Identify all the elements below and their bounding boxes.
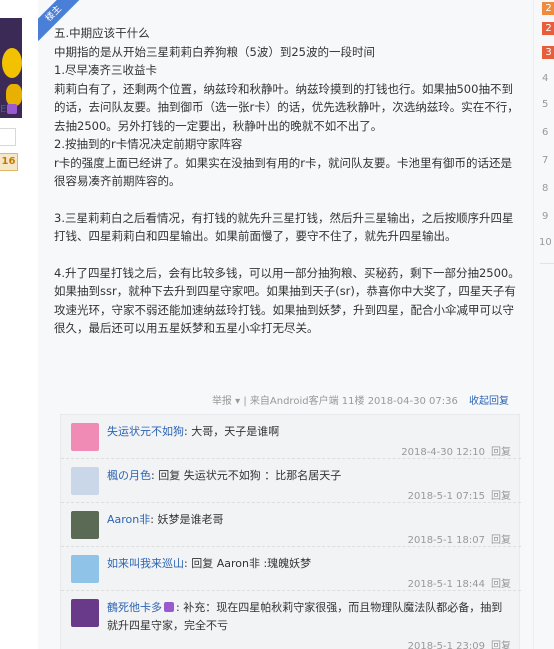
rank-number[interactable]: 2 — [542, 2, 554, 15]
reply-username[interactable]: 鶴死他卡多 — [107, 601, 162, 614]
rank-number[interactable]: 7 — [542, 154, 554, 167]
reply-avatar[interactable] — [71, 555, 99, 583]
reply-time: 2018-4-30 12:10 — [401, 447, 485, 458]
author-column: E 16 — [0, 0, 30, 649]
reply-username[interactable]: 失运状元不如狗 — [107, 425, 184, 438]
meta-divider: | — [243, 396, 247, 407]
avatar-figure — [2, 48, 22, 78]
post-body: 楼主 五.中期应该干什么 中期指的是从开始三星莉莉白养狗粮（5波）到25波的一段… — [38, 0, 533, 649]
reply-item: 失运状元不如狗: 大哥，天子是谁啊 2018-4-30 12:10 回复 — [61, 415, 521, 459]
post-line: r卡的强度上面已经讲了。如果实在没抽到有用的r卡，就问队友要。卡池里有御币的话还… — [54, 155, 512, 170]
rank-number[interactable]: 4 — [542, 72, 554, 85]
reply-meta: 2018-4-30 12:10 回复 — [401, 443, 511, 458]
post-meta: 举报 ▾ | 来自Android客户端 11楼 2018-04-30 07:36… — [212, 392, 509, 407]
post-line: 的话，去问队友要。抽到御币（选一张r卡）的话，优先选秋静叶，次选纳兹玲。实在不行… — [54, 100, 519, 114]
reply-content: : 回复 Aaron非 :瑰魄妖梦 — [184, 557, 312, 570]
reply-meta: 2018-5-1 18:07 回复 — [408, 531, 511, 546]
reply-button[interactable]: 回复 — [491, 641, 511, 649]
reply-text: Aaron非: 妖梦是谁老哥 — [107, 511, 507, 529]
rank-number[interactable]: 10 — [539, 236, 552, 249]
reply-time: 2018-5-1 07:15 — [407, 491, 485, 502]
post-line: 很容易凑齐前期阵容的。 — [54, 174, 181, 188]
post-line: 去抽2500。另外打钱的一定要出，秋静叶出的晚就不如不出了。 — [54, 118, 383, 133]
author-avatar[interactable] — [0, 18, 22, 118]
source-client: 来自Android客户端 — [249, 396, 339, 407]
reply-text: 鶴死他卡多 : 补充：现在四星帕秋莉守家很强，而且物理队魔法队都必备，抽到 就升四… — [107, 599, 507, 635]
reply-avatar[interactable] — [71, 599, 99, 627]
report-link[interactable]: 举报 — [212, 396, 232, 407]
sidebar-divider — [540, 263, 554, 264]
rank-number[interactable]: 2 — [542, 22, 554, 35]
post-line: 五.中期应该干什么 — [54, 26, 150, 40]
reply-username[interactable]: 如来叫我来巡山 — [107, 557, 184, 570]
author-info-box — [0, 128, 16, 146]
floor-number: 11楼 — [341, 396, 365, 407]
reply-time: 2018-5-1 23:09 — [407, 641, 485, 649]
reply-avatar[interactable] — [71, 423, 99, 451]
post-line: 如果抽到ssr，就种下去升到四星守家吧。如果抽到天子(sr)，恭喜你中大奖了，四… — [54, 284, 516, 298]
rank-number[interactable]: 8 — [542, 182, 554, 195]
reply-avatar[interactable] — [71, 467, 99, 495]
reply-button[interactable]: 回复 — [491, 579, 511, 590]
post-line: 攻速光环，守家不弱还能加速纳兹玲打钱。如果抽到妖梦，升到四星，配合小伞减甲可以守 — [54, 302, 514, 317]
member-badge-icon — [164, 602, 174, 612]
post-content: 五.中期应该干什么 中期指的是从开始三星莉莉白养狗粮（5波）到25波的一段时间 … — [54, 24, 524, 338]
reply-content: : 补充：现在四星帕秋莉守家很强，而且物理队魔法队都必备，抽到 — [176, 601, 503, 614]
reply-text: 如来叫我来巡山: 回复 Aaron非 :瑰魄妖梦 — [107, 555, 507, 573]
reply-button[interactable]: 回复 — [491, 447, 511, 458]
reply-meta: 2018-5-1 18:44 回复 — [408, 575, 511, 590]
reply-item: 楓の月色: 回复 失运状元不如狗 ：比那名居天子 2018-5-1 07:15 回… — [61, 459, 521, 503]
reply-item: 鶴死他卡多 : 补充：现在四星帕秋莉守家很强，而且物理队魔法队都必备，抽到 就升四… — [61, 591, 521, 649]
reply-item: 如来叫我来巡山: 回复 Aaron非 :瑰魄妖梦 2018-5-1 18:44 回… — [61, 547, 521, 591]
rank-number[interactable]: 3 — [542, 46, 554, 59]
post-line: 很久，最后还可以用五星妖梦和五星小伞打无尽关。 — [54, 321, 319, 335]
reply-text: 失运状元不如狗: 大哥，天子是谁啊 — [107, 423, 507, 441]
collapse-replies-link[interactable]: 收起回复 — [469, 396, 509, 407]
rank-number[interactable]: 6 — [542, 126, 554, 139]
rank-number[interactable]: 9 — [542, 210, 554, 223]
reply-meta: 2018-5-1 07:15 回复 — [408, 487, 511, 502]
reply-button[interactable]: 回复 — [491, 491, 511, 502]
member-badge-icon — [7, 104, 18, 114]
reply-list: 失运状元不如狗: 大哥，天子是谁啊 2018-4-30 12:10 回复 楓の月色… — [60, 414, 521, 649]
rank-number[interactable]: 5 — [542, 98, 554, 111]
post-line: 莉莉白有了，还剩两个位置，纳兹玲和秋静叶。纳兹玲摸到的打钱也行。如果抽500抽不… — [54, 81, 513, 96]
hot-list-sidebar: 2 2 3 4 5 6 7 8 9 10 — [533, 0, 554, 649]
reply-item: Aaron非: 妖梦是谁老哥 2018-5-1 18:07 回复 — [61, 503, 521, 547]
post-line: 中期指的是从开始三星莉莉白养狗粮（5波）到25波的一段时间 — [54, 44, 375, 59]
reply-content: : 妖梦是谁老哥 — [150, 513, 224, 526]
author-level-badge: 16 — [0, 153, 18, 171]
reply-text: 楓の月色: 回复 失运状元不如狗 ：比那名居天子 — [107, 467, 507, 485]
reply-content-continued: 就升四星守家，完全不亏 — [107, 619, 228, 632]
reply-avatar[interactable] — [71, 511, 99, 539]
post-line: 3.三星莉莉白之后看情况，有打钱的就先升三星打钱，然后升三星输出，之后按顺序升四… — [54, 210, 514, 225]
post-line: 打钱、四星莉莉白和四星输出。如果前面慢了，要守不住了，就先升四星输出。 — [54, 229, 457, 243]
post-line: 1.尽早凑齐三收益卡 — [54, 63, 157, 77]
author-name-fragment[interactable]: E — [0, 104, 18, 115]
post-line: 2.按抽到的r卡情况决定前期守家阵容 — [54, 137, 243, 151]
reply-content: : 回复 失运状元不如狗 ：比那名居天子 — [151, 469, 342, 482]
avatar-figure-lower — [6, 84, 22, 106]
reply-meta: 2018-5-1 23:09 回复 — [408, 637, 511, 649]
reply-content: : 大哥，天子是谁啊 — [184, 425, 280, 438]
post-time: 2018-04-30 07:36 — [367, 396, 458, 407]
reply-time: 2018-5-1 18:07 — [407, 535, 485, 546]
reply-time: 2018-5-1 18:44 — [407, 579, 485, 590]
post-line: 4.升了四星打钱之后，会有比较多钱，可以用一部分抽狗粮、买秘药，剩下一部分抽25… — [54, 265, 520, 280]
reply-button[interactable]: 回复 — [491, 535, 511, 546]
reply-username[interactable]: 楓の月色 — [107, 469, 151, 482]
report-dropdown-icon[interactable]: ▾ — [235, 396, 240, 407]
reply-username[interactable]: Aaron非 — [107, 513, 150, 526]
